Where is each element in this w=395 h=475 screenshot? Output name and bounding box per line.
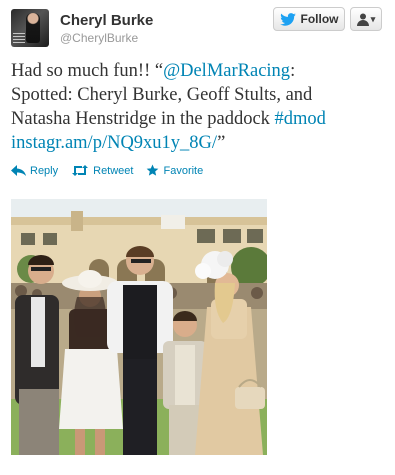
- tweet-text-line: Spotted: Cheryl Burke, Geoff Stults, and: [11, 83, 386, 107]
- reply-label: Reply: [30, 164, 59, 177]
- avatar-figure: [26, 13, 40, 43]
- tweet-text-segment: ”: [217, 133, 226, 153]
- retweet-button[interactable]: Retweet: [71, 165, 133, 177]
- reply-button[interactable]: Reply: [11, 165, 58, 177]
- follow-label: Follow: [300, 12, 339, 26]
- user-name[interactable]: Cheryl Burke: [60, 12, 153, 29]
- tweet-text-segment: Had so much fun!! “: [11, 61, 164, 81]
- twitter-bird-icon: [279, 12, 296, 26]
- tweet-link[interactable]: @DelMarRacing: [163, 61, 290, 81]
- favorite-label: Favorite: [163, 164, 204, 177]
- reply-arrow-icon: [11, 165, 26, 176]
- tweet-text-segment: Spotted: Cheryl Burke, Geoff Stults, and: [11, 85, 313, 105]
- tweet-text-segment: :: [290, 61, 296, 81]
- retweet-icon: [72, 165, 89, 176]
- person-icon: [356, 13, 369, 26]
- photo-illustration: [11, 199, 267, 455]
- tweet-text-line: Natasha Henstridge in the paddock #dmod: [11, 107, 386, 131]
- tweet-actions: Reply Retweet Favorite: [11, 164, 216, 177]
- tweet-text-line: instagr.am/p/NQ9xu1y_8G/”: [11, 131, 386, 155]
- avatar[interactable]: [11, 9, 49, 47]
- avatar-text-decoration: [13, 33, 25, 43]
- tweet-photo[interactable]: [11, 199, 267, 455]
- favorite-button[interactable]: Favorite: [146, 164, 203, 177]
- tweet-text-line: Had so much fun!! “@DelMarRacing:: [11, 59, 386, 83]
- user-handle[interactable]: @CherylBurke: [60, 31, 138, 45]
- tweet-text-segment: Natasha Henstridge in the paddock: [11, 109, 275, 129]
- star-icon: [147, 164, 159, 176]
- tweet-text: Had so much fun!! “@DelMarRacing: Spotted…: [11, 59, 386, 155]
- retweet-label: Retweet: [93, 164, 134, 177]
- follow-button[interactable]: Follow: [273, 7, 345, 31]
- caret-icon: ▾: [370, 13, 376, 24]
- tweet-link[interactable]: instagr.am/p/NQ9xu1y_8G/: [11, 133, 217, 153]
- user-actions-button[interactable]: ▾: [350, 7, 382, 31]
- tweet-link[interactable]: #dmod: [275, 109, 326, 129]
